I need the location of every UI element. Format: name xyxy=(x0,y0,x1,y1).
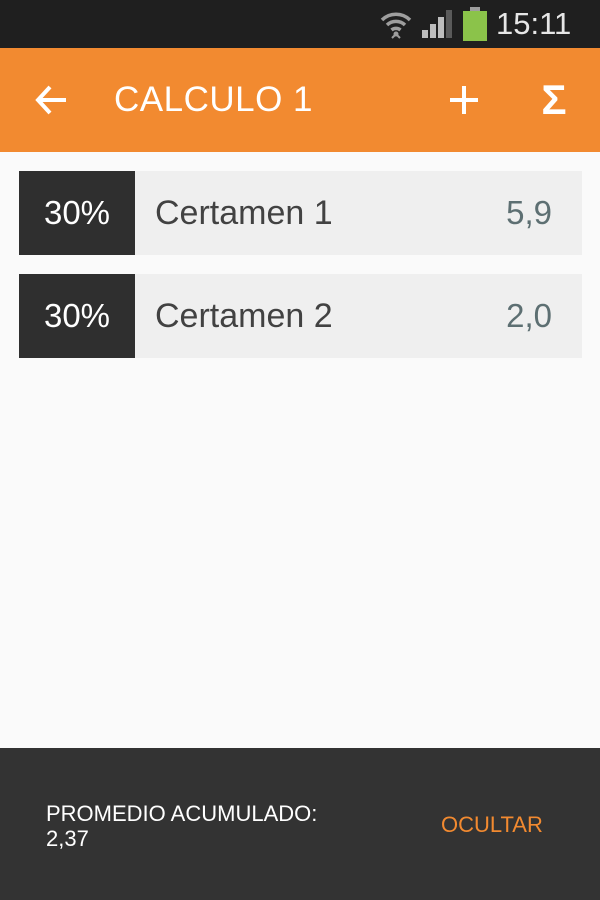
grade-row[interactable]: 30% Certamen 2 2,0 xyxy=(19,274,582,358)
grade-row[interactable]: 30% Certamen 1 5,9 xyxy=(19,171,582,255)
signal-icon xyxy=(422,10,452,38)
status-bar: 15:11 xyxy=(0,0,600,48)
add-icon[interactable] xyxy=(444,80,484,120)
average-value: 2,37 xyxy=(46,826,89,851)
page-title: CALCULO 1 xyxy=(114,80,314,119)
battery-icon xyxy=(463,7,487,41)
status-time: 15:11 xyxy=(496,6,572,41)
hide-button[interactable]: OCULTAR xyxy=(441,812,543,838)
grade-name: Certamen 2 xyxy=(155,297,333,335)
screen: 15:11 CALCULO 1 Σ 30% Certamen 1 5,9 30%… xyxy=(0,0,600,900)
back-arrow-icon[interactable] xyxy=(32,80,72,120)
grade-value: 2,0 xyxy=(506,297,552,334)
grade-weight: 30% xyxy=(19,171,135,255)
grade-name: Certamen 1 xyxy=(155,194,333,232)
average-label: PROMEDIO ACUMULADO: xyxy=(46,801,318,826)
wifi-icon xyxy=(380,12,412,39)
sum-icon[interactable]: Σ xyxy=(534,72,574,128)
grade-weight: 30% xyxy=(19,274,135,358)
grade-value: 5,9 xyxy=(506,194,552,231)
grade-list: 30% Certamen 1 5,9 30% Certamen 2 2,0 xyxy=(19,171,582,377)
summary-bar: PROMEDIO ACUMULADO: 2,37 OCULTAR xyxy=(0,748,600,900)
action-bar: CALCULO 1 Σ xyxy=(0,48,600,152)
